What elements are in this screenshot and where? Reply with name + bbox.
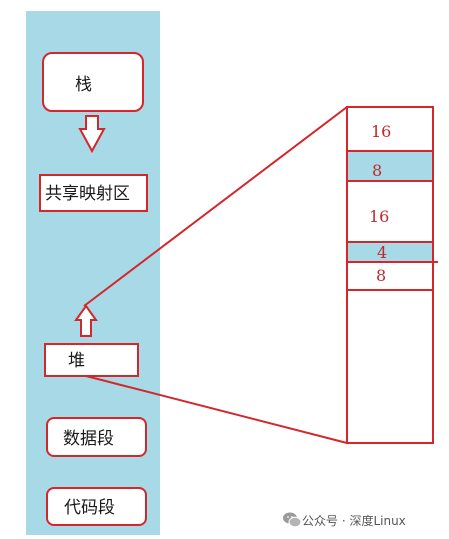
memory-layout-diagram: 栈 共享映射区 堆 数据段 代码段 16 8 16 4 8 [26,11,438,535]
stack-label: 栈 [75,75,92,95]
data-segment-label: 数据段 [63,429,114,449]
heap-cell-3-value: 16 [369,207,389,226]
wechat-icon [283,512,302,528]
heap-detail: 16 8 16 4 8 [346,106,438,444]
stack-box [42,52,144,112]
code-segment-label: 代码段 [64,498,115,518]
heap-cell-2-value: 8 [372,161,382,180]
shared-mapping-label: 共享映射区 [45,184,130,204]
heap-cell-4-fill [348,243,432,261]
watermark-text: 公众号 · 深度Linux [302,514,406,528]
heap-cell-5-value: 8 [376,266,386,285]
heap-box [44,343,139,377]
heap-cell-4-value: 4 [377,243,387,262]
heap-cell-1-value: 16 [371,122,391,141]
heap-cell-2-fill [348,152,432,180]
heap-label: 堆 [68,351,85,371]
